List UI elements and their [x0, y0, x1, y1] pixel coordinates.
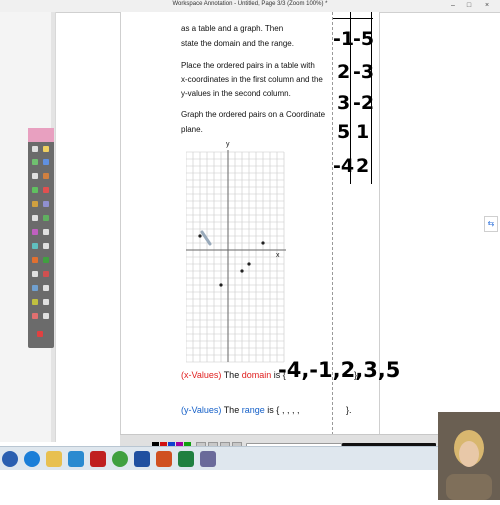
- spotlight-tool-icon[interactable]: [32, 257, 38, 263]
- color-tool-icon[interactable]: [32, 243, 38, 249]
- plotted-point: [198, 234, 202, 238]
- powerpoint-icon[interactable]: [156, 451, 172, 467]
- exit-tool-icon[interactable]: [32, 313, 38, 319]
- instruction-line-2: state the domain and the range.: [181, 39, 294, 48]
- bottom-strip: [0, 470, 500, 500]
- chrome-icon[interactable]: [112, 451, 128, 467]
- excel-icon[interactable]: [178, 451, 194, 467]
- start-icon[interactable]: [2, 451, 18, 467]
- clear-tool-icon[interactable]: [32, 229, 38, 235]
- table-header-line: [333, 18, 373, 19]
- undo-tool-icon[interactable]: [43, 187, 49, 193]
- app-icon[interactable]: [200, 451, 216, 467]
- pen-tool-icon[interactable]: [32, 146, 38, 152]
- range-close: }.: [346, 405, 352, 415]
- plotted-point: [240, 269, 244, 273]
- domain-label-before: The: [223, 370, 242, 380]
- close-tool-icon[interactable]: [37, 331, 43, 337]
- plotted-point: [261, 241, 265, 245]
- folder-icon[interactable]: [46, 451, 62, 467]
- range-keyword: range: [241, 405, 265, 415]
- table-x-cell: 3: [337, 92, 351, 114]
- word-icon[interactable]: [134, 451, 150, 467]
- domain-close: }.: [354, 370, 360, 380]
- menu-tool-icon[interactable]: [43, 313, 49, 319]
- table-x-cell: -1: [333, 28, 355, 50]
- tool-palette-header[interactable]: [28, 128, 54, 142]
- print-tool-icon[interactable]: [43, 285, 49, 291]
- domain-values: -4,-1,2,3,5: [278, 358, 401, 382]
- table-x-cell: 2: [337, 61, 351, 83]
- y-axis-label: y: [226, 141, 230, 148]
- close-button[interactable]: ×: [480, 1, 494, 10]
- table-x-cell: 5: [337, 121, 351, 143]
- select-tool-icon[interactable]: [32, 187, 38, 193]
- domain-statement: (x-Values) The domain is {: [181, 370, 286, 380]
- shape-tool-icon[interactable]: [32, 159, 38, 165]
- width-tool-icon[interactable]: [43, 243, 49, 249]
- presenter-avatar: [438, 412, 500, 500]
- plotted-point: [247, 262, 251, 266]
- delete-tool-icon[interactable]: [43, 271, 49, 277]
- domain-keyword: domain: [241, 370, 272, 380]
- domain-prefix: (x-Values): [181, 370, 222, 380]
- instruction-line-5: y-values in the second column.: [181, 89, 291, 98]
- ie-icon[interactable]: [24, 451, 40, 467]
- minimize-button[interactable]: –: [446, 1, 460, 10]
- acrobat-icon[interactable]: [90, 451, 106, 467]
- ruler-tool-icon[interactable]: [32, 271, 38, 277]
- text-tool-icon[interactable]: [32, 173, 38, 179]
- maximize-button[interactable]: □: [462, 1, 476, 10]
- save-tool-icon[interactable]: [32, 285, 38, 291]
- table-y-cell: -3: [353, 61, 375, 83]
- taskbar: [0, 446, 500, 471]
- media-icon[interactable]: [68, 451, 84, 467]
- instruction-line-7: plane.: [181, 125, 203, 134]
- plotted-point: [219, 283, 223, 287]
- annotation-stroke: [200, 230, 212, 246]
- highlighter-tool-icon[interactable]: [43, 146, 49, 152]
- range-values: , , , ,: [282, 405, 300, 415]
- eraser-tool-icon[interactable]: [43, 173, 49, 179]
- fill-tool-icon[interactable]: [32, 201, 38, 207]
- range-label-after: is {: [264, 405, 280, 415]
- screen-shade-tool-icon[interactable]: [43, 257, 49, 263]
- grid-tool-icon[interactable]: [43, 299, 49, 305]
- capture-tool-icon[interactable]: [43, 201, 49, 207]
- instruction-line-3: Place the ordered pairs in a table with: [181, 61, 315, 70]
- coordinate-plane[interactable]: [186, 150, 286, 370]
- tool-palette: [28, 128, 54, 348]
- table-y-cell: 2: [356, 155, 370, 177]
- instruction-line-6: Graph the ordered pairs on a Coordinate: [181, 110, 326, 119]
- lock-tool-icon[interactable]: [32, 299, 38, 305]
- instruction-line-4: x-coordinates in the first column and th…: [181, 75, 323, 84]
- zoom-tool-icon[interactable]: [32, 215, 38, 221]
- table-y-cell: -5: [353, 28, 375, 50]
- range-prefix: (y-Values): [181, 405, 222, 415]
- x-axis-label: x: [276, 252, 280, 259]
- webcam-overlay: [438, 412, 500, 500]
- table-y-cell: -2: [353, 92, 375, 114]
- line-tool-icon[interactable]: [43, 159, 49, 165]
- instruction-line-1: as a table and a graph. Then: [181, 24, 284, 33]
- table-y-cell: 1: [356, 121, 370, 143]
- table-x-cell: -4: [333, 155, 355, 177]
- redo-tool-icon[interactable]: [43, 215, 49, 221]
- window-title: Workspace Annotation - Untitled, Page 3/…: [172, 1, 328, 7]
- range-label-before: The: [223, 405, 242, 415]
- range-statement: (y-Values) The range is {: [181, 405, 279, 415]
- expand-panel-icon[interactable]: ⇆: [484, 216, 498, 232]
- page-tool-icon[interactable]: [43, 229, 49, 235]
